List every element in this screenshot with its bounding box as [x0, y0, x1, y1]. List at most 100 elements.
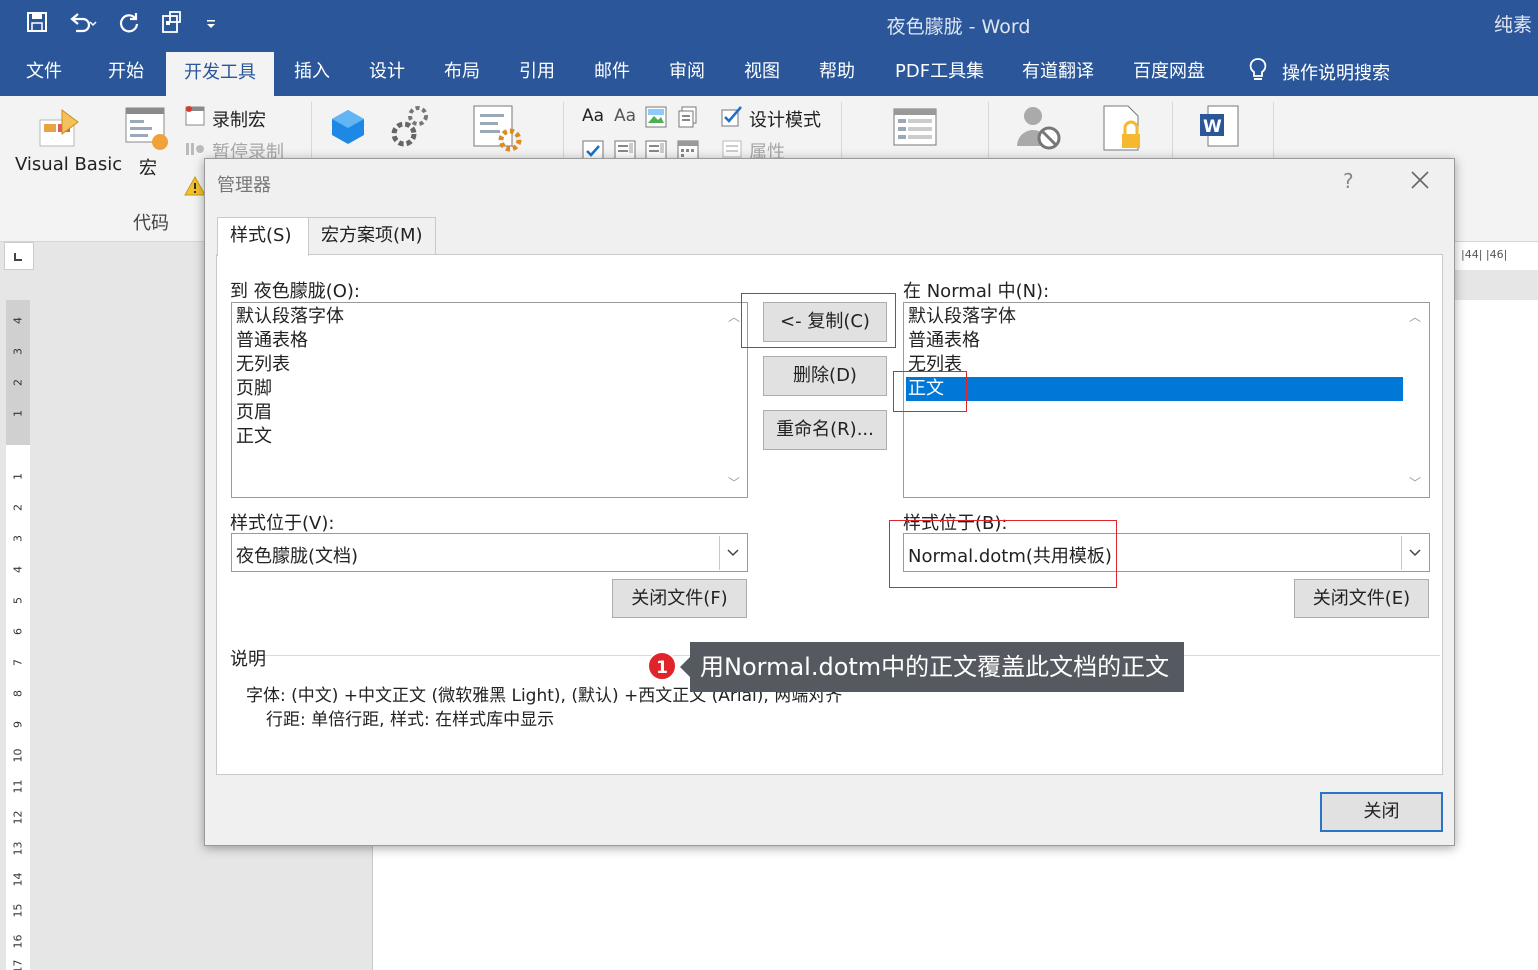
visual-basic-icon[interactable] [38, 108, 88, 154]
record-macro-icon [184, 105, 206, 132]
styles-panel: 到 夜色朦胧(O): 默认段落字体 普通表格 无列表 页脚 页眉 正文 ︿ ﹀ … [216, 254, 1443, 775]
lightbulb-icon [1248, 57, 1268, 88]
design-mode-icon [721, 105, 743, 132]
tab-file[interactable]: 文件 [26, 48, 62, 96]
delete-button[interactable]: 删除(D) [763, 356, 887, 396]
left-styles-list[interactable]: 默认段落字体 普通表格 无列表 页脚 页眉 正文 ︿ ﹀ [231, 302, 748, 498]
ruler-number: 12 [11, 810, 25, 825]
step-number-badge: 1 [647, 651, 677, 681]
tab-styles[interactable]: 样式(S) [217, 217, 309, 256]
title-bar: 夜色朦胧 - Word 纯素 [0, 0, 1538, 48]
ruler-number: 5 [11, 597, 25, 604]
ruler-number: 2 [11, 379, 25, 386]
plain-text-control[interactable]: Aa [614, 106, 636, 126]
left-close-file-button[interactable]: 关闭文件(F) [612, 579, 747, 618]
restrict-editing-icon[interactable] [1100, 104, 1150, 158]
visual-basic-button[interactable]: Visual Basic [15, 154, 122, 175]
vertical-ruler[interactable]: 4 3 2 1 1 2 3 4 5 6 7 8 9 10 11 12 13 14… [6, 300, 30, 970]
chevron-down-icon[interactable] [719, 536, 745, 570]
macros-button[interactable]: 宏 [139, 154, 157, 180]
tab-developer[interactable]: 开发工具 [166, 52, 274, 96]
scroll-up-arrow[interactable]: ︿ [727, 311, 741, 323]
list-item[interactable]: 页眉 [236, 401, 272, 425]
list-item[interactable]: 默认段落字体 [908, 305, 1016, 329]
ruler-number: 1 [11, 410, 25, 417]
macros-icon[interactable] [122, 106, 172, 156]
scroll-down-arrow[interactable]: ﹀ [727, 477, 741, 489]
add-ins-icon[interactable] [330, 108, 366, 150]
list-item[interactable]: 无列表 [236, 353, 290, 377]
document-page[interactable] [372, 846, 1538, 970]
word-add-ins-gear-icon[interactable] [388, 104, 432, 154]
chevron-down-icon[interactable] [1401, 536, 1427, 570]
tell-me-label: 操作说明搜索 [1282, 63, 1390, 84]
left-location-value: 夜色朦胧(文档) [236, 546, 359, 567]
copy-button[interactable]: <- 复制(C) [763, 302, 887, 342]
list-item[interactable]: 正文 [236, 425, 272, 449]
right-list-label: 在 Normal 中(N): [903, 281, 1050, 302]
design-mode-button[interactable]: 设计模式 [721, 105, 821, 132]
right-styles-list[interactable]: 默认段落字体 普通表格 无列表 正文 ︿ ﹀ [903, 302, 1430, 498]
ruler-number: 10 [11, 748, 25, 763]
tab-insert[interactable]: 插入 [294, 48, 330, 96]
organizer-dialog: 管理器 ? 样式(S) 宏方案项(M) 到 夜色朦胧(O): 默认段落字体 普通… [204, 158, 1455, 846]
tab-help[interactable]: 帮助 [819, 48, 855, 96]
list-item[interactable]: 页脚 [236, 377, 272, 401]
list-item[interactable]: 普通表格 [908, 329, 980, 353]
com-add-ins-icon[interactable] [472, 104, 524, 158]
list-item[interactable]: 默认段落字体 [236, 305, 344, 329]
rename-button[interactable]: 重命名(R)... [763, 410, 887, 450]
tab-review[interactable]: 审阅 [669, 48, 705, 96]
close-button[interactable]: 关闭 [1320, 792, 1443, 832]
horizontal-ruler[interactable]: |44| |46| [1455, 242, 1538, 270]
record-macro-button[interactable]: 录制宏 [184, 105, 266, 132]
tell-me-search[interactable]: 操作说明搜索 [1248, 48, 1390, 96]
page-margin [1455, 300, 1538, 846]
tab-view[interactable]: 视图 [744, 48, 780, 96]
scroll-up-arrow[interactable]: ︿ [1408, 311, 1422, 323]
ruler-number: 8 [11, 690, 25, 697]
list-item[interactable]: 普通表格 [236, 329, 308, 353]
tab-selector[interactable] [4, 242, 34, 270]
code-group-label: 代码 [133, 213, 169, 234]
picture-control-icon[interactable] [645, 106, 667, 132]
dialog-close-button[interactable] [1407, 167, 1433, 193]
rich-text-control[interactable]: Aa [582, 106, 604, 126]
record-macro-label: 录制宏 [212, 109, 266, 131]
ruler-number: 6 [11, 628, 25, 635]
ruler-number: 4 [11, 566, 25, 573]
tab-home[interactable]: 开始 [108, 48, 144, 96]
tab-layout[interactable]: 布局 [444, 48, 480, 96]
tab-youdao-translate[interactable]: 有道翻译 [1022, 48, 1094, 96]
left-list-label: 到 夜色朦胧(O): [230, 281, 360, 302]
help-button[interactable]: ? [1343, 169, 1354, 193]
macro-security-icon[interactable] [184, 175, 206, 200]
ruler-number: 3 [11, 535, 25, 542]
left-location-select[interactable]: 夜色朦胧(文档) [231, 533, 748, 572]
pause-icon [184, 139, 206, 164]
right-location-select[interactable]: Normal.dotm(共用模板) [903, 533, 1430, 572]
tab-pdf-tools[interactable]: PDF工具集 [895, 48, 984, 96]
ribbon-tabs: 文件 开始 开发工具 插入 设计 布局 引用 邮件 审阅 视图 帮助 PDF工具… [0, 48, 1538, 96]
ruler-number: 9 [11, 721, 25, 728]
list-item-selected[interactable]: 正文 [906, 377, 1403, 401]
scroll-down-arrow[interactable]: ﹀ [1408, 477, 1422, 489]
list-item[interactable]: 无列表 [908, 353, 962, 377]
document-template-icon[interactable]: W [1198, 104, 1242, 154]
building-block-control-icon[interactable] [677, 106, 699, 132]
tab-baidu-netdisk[interactable]: 百度网盘 [1133, 48, 1205, 96]
user-name[interactable]: 纯素 [1494, 10, 1532, 37]
tab-design[interactable]: 设计 [369, 48, 405, 96]
right-location-value: Normal.dotm(共用模板) [908, 546, 1112, 567]
ruler-number: 2 [11, 504, 25, 511]
xml-mapping-pane-icon[interactable] [893, 108, 937, 152]
right-close-file-button[interactable]: 关闭文件(E) [1294, 579, 1429, 618]
ruler-number: 15 [11, 903, 25, 918]
tab-references[interactable]: 引用 [519, 48, 555, 96]
tab-macro-project-items[interactable]: 宏方案项(M) [308, 217, 436, 255]
callout-pointer [680, 657, 690, 677]
window-title: 夜色朦胧 - Word [886, 16, 1031, 38]
block-authors-icon[interactable] [1015, 104, 1065, 158]
ruler-number: 7 [11, 659, 25, 666]
tab-mailings[interactable]: 邮件 [594, 48, 630, 96]
